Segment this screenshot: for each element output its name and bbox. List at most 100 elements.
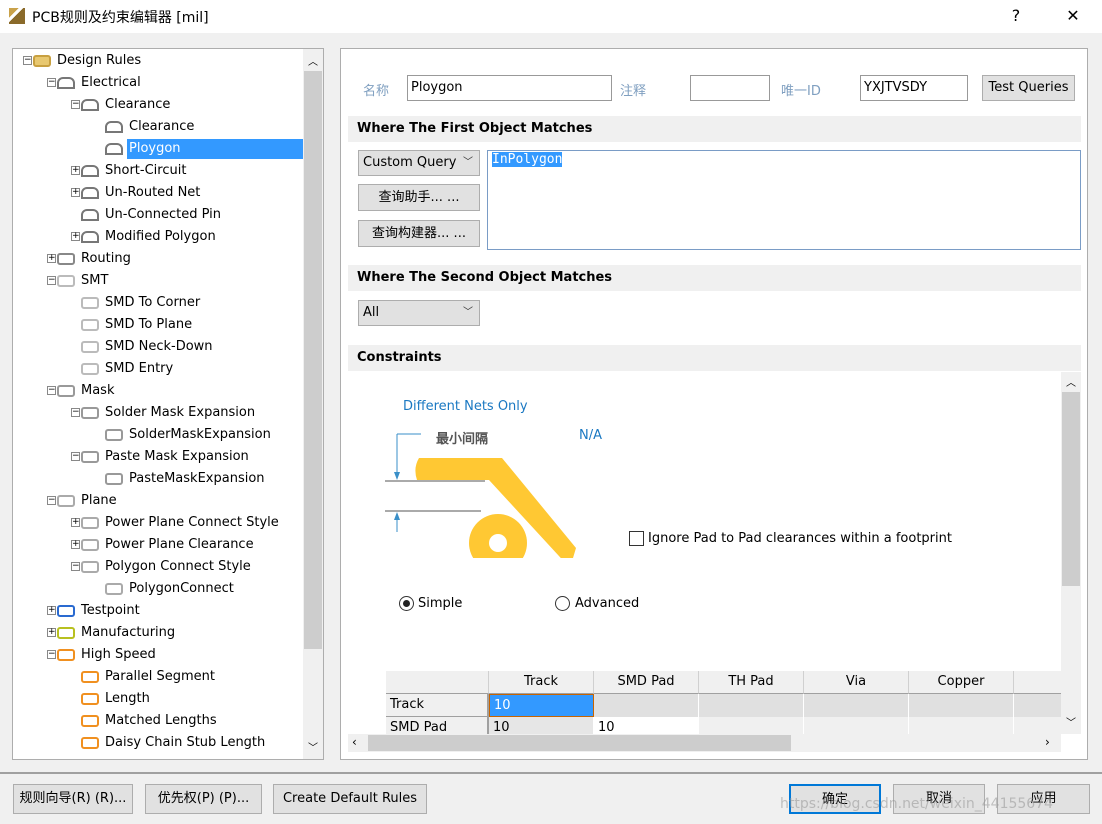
- title-bar: PCB规则及约束编辑器 [mil] ? ✕: [0, 0, 1102, 33]
- tree-item[interactable]: − Paste Mask Expansion: [71, 447, 251, 467]
- constraints-vscroll-thumb[interactable]: [1062, 392, 1080, 586]
- tree-item[interactable]: + Routing: [47, 249, 133, 269]
- grid-column-header: SMD Pad: [594, 671, 699, 694]
- help-button[interactable]: ?: [996, 4, 1036, 28]
- collapse-icon[interactable]: −: [71, 408, 80, 417]
- tree-item[interactable]: + Power Plane Connect Style: [71, 513, 281, 533]
- collapse-icon[interactable]: −: [71, 100, 80, 109]
- tree-item[interactable]: SMD To Corner: [81, 293, 202, 313]
- scroll-left-icon[interactable]: ‹: [352, 735, 357, 749]
- electrical-icon: [105, 143, 123, 155]
- advanced-radio[interactable]: [555, 596, 570, 611]
- smt-icon: [57, 275, 75, 287]
- net-scope-link[interactable]: Different Nets Only: [403, 399, 528, 414]
- tree-scrollbar[interactable]: ︿ ﹀: [303, 49, 323, 759]
- collapse-icon[interactable]: −: [23, 56, 32, 65]
- tree-item[interactable]: − Plane: [47, 491, 119, 511]
- collapse-icon[interactable]: −: [71, 452, 80, 461]
- tree-item[interactable]: SolderMaskExpansion: [105, 425, 273, 445]
- collapse-icon[interactable]: −: [47, 496, 56, 505]
- tree-item[interactable]: Length: [81, 689, 152, 709]
- rule-tree[interactable]: − Design Rules − Electrical − Clearance Cleara…: [12, 48, 324, 760]
- scroll-up-icon[interactable]: ︿: [1066, 374, 1076, 389]
- tree-scroll-thumb[interactable]: [304, 71, 322, 649]
- tree-item[interactable]: + Manufacturing: [47, 623, 177, 643]
- tree-item-label: Paste Mask Expansion: [105, 449, 249, 464]
- min-clearance-label: 最小间隔: [436, 432, 489, 447]
- collapse-icon[interactable]: −: [71, 562, 80, 571]
- name-input[interactable]: Ploygon: [407, 75, 612, 101]
- scroll-down-icon[interactable]: ﹀: [1066, 714, 1076, 729]
- tree-item[interactable]: − SMT: [47, 271, 110, 291]
- tree-item[interactable]: − Polygon Connect Style: [71, 557, 253, 577]
- tree-item[interactable]: Clearance: [105, 117, 196, 137]
- tree-item[interactable]: Ploygon: [105, 139, 303, 159]
- expand-icon[interactable]: +: [71, 540, 80, 549]
- tree-item[interactable]: + Short-Circuit: [71, 161, 188, 181]
- min-clearance-value[interactable]: N/A: [579, 428, 602, 443]
- expand-icon[interactable]: +: [71, 188, 80, 197]
- scroll-up-icon[interactable]: ︿: [308, 53, 318, 68]
- tree-item[interactable]: + Power Plane Clearance: [71, 535, 256, 555]
- tree-item[interactable]: PasteMaskExpansion: [105, 469, 267, 489]
- collapse-icon[interactable]: −: [47, 78, 56, 87]
- tree-item[interactable]: PolygonConnect: [105, 579, 236, 599]
- scroll-down-icon[interactable]: ﹀: [308, 739, 318, 754]
- second-query-type-dropdown[interactable]: All ﹀: [358, 300, 480, 326]
- tree-item-label: Design Rules: [57, 53, 142, 68]
- expand-icon[interactable]: +: [47, 628, 56, 637]
- collapse-icon[interactable]: −: [47, 276, 56, 285]
- close-button[interactable]: ✕: [1053, 4, 1093, 28]
- expand-icon[interactable]: +: [47, 254, 56, 263]
- collapse-icon[interactable]: −: [47, 650, 56, 659]
- tree-item[interactable]: + Testpoint: [47, 601, 142, 621]
- query-textarea[interactable]: InPolygon: [487, 150, 1081, 250]
- constraints-hscroll-thumb[interactable]: [368, 735, 791, 751]
- ignore-pad-checkbox[interactable]: [629, 531, 644, 546]
- grid-cell[interactable]: 10: [489, 694, 594, 717]
- clearance-diagram: [385, 433, 576, 558]
- query-builder-button[interactable]: 查询构建器... ...: [358, 220, 480, 247]
- tree-item[interactable]: Parallel Segment: [81, 667, 217, 687]
- highspeed-icon: [81, 671, 99, 683]
- expand-icon[interactable]: +: [47, 606, 56, 615]
- tree-item[interactable]: − Solder Mask Expansion: [71, 403, 257, 423]
- expand-icon[interactable]: +: [71, 518, 80, 527]
- constraints-vscroll[interactable]: ︿ ﹀: [1061, 372, 1081, 734]
- tree-item[interactable]: − High Speed: [47, 645, 158, 665]
- mask-icon: [57, 385, 75, 397]
- expand-icon[interactable]: +: [71, 166, 80, 175]
- unique-id-input[interactable]: YXJTVSDY: [860, 75, 968, 101]
- scroll-right-icon[interactable]: ›: [1045, 735, 1050, 749]
- create-default-rules-button[interactable]: Create Default Rules: [273, 784, 427, 814]
- tree-item[interactable]: − Clearance: [71, 95, 172, 115]
- expand-icon[interactable]: +: [71, 232, 80, 241]
- highspeed-icon: [81, 693, 99, 705]
- tree-item-label: SMT: [81, 273, 109, 288]
- tree-item[interactable]: − Design Rules: [23, 51, 143, 71]
- electrical-icon: [105, 121, 123, 133]
- rule-wizard-button[interactable]: 规则向导(R) (R)...: [13, 784, 133, 814]
- tree-item-label: SolderMaskExpansion: [129, 427, 271, 442]
- query-helper-button[interactable]: 查询助手... ...: [358, 184, 480, 211]
- priorities-button[interactable]: 优先权(P) (P)...: [145, 784, 262, 814]
- tree-item[interactable]: SMD Neck-Down: [81, 337, 215, 357]
- tree-item[interactable]: SMD Entry: [81, 359, 175, 379]
- comment-input[interactable]: [690, 75, 770, 101]
- collapse-icon[interactable]: −: [47, 386, 56, 395]
- tree-item-label: Plane: [81, 493, 117, 508]
- tree-item[interactable]: Matched Lengths: [81, 711, 219, 731]
- tree-item[interactable]: Un-Connected Pin: [81, 205, 223, 225]
- highspeed-icon: [57, 649, 75, 661]
- chevron-down-icon: ﹀: [463, 157, 473, 168]
- tree-item[interactable]: + Modified Polygon: [71, 227, 218, 247]
- tree-item[interactable]: + Un-Routed Net: [71, 183, 202, 203]
- test-queries-button[interactable]: Test Queries: [982, 75, 1075, 101]
- simple-radio[interactable]: [399, 596, 414, 611]
- constraints-hscroll[interactable]: ‹ ›: [348, 734, 1061, 752]
- tree-item[interactable]: Daisy Chain Stub Length: [81, 733, 267, 753]
- first-query-type-dropdown[interactable]: Custom Query ﹀: [358, 150, 480, 176]
- tree-item[interactable]: − Electrical: [47, 73, 143, 93]
- tree-item[interactable]: − Mask: [47, 381, 116, 401]
- tree-item[interactable]: SMD To Plane: [81, 315, 194, 335]
